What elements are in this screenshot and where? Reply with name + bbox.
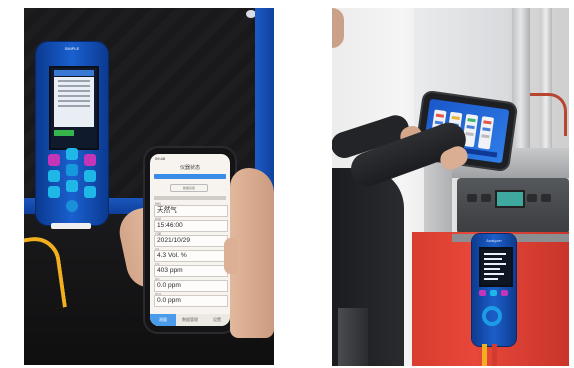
reading-fuel: 天然气 [154,205,228,217]
app-divider [154,196,226,200]
red-probe-cable [492,344,497,366]
photo-technician-at-boiler: Analyzer [332,8,569,366]
tab-measure[interactable]: 测量 [150,314,176,326]
reading-no: 0.0 ppm [154,280,228,292]
boiler-display [495,190,525,208]
analyzer-power-key [66,200,78,212]
analyzer-nav-ring [482,306,502,326]
reading-time: 15:46:00 [154,220,228,232]
reading-o2: 4.3 Vol. % [154,250,228,262]
boiler-side-housing [424,158,452,238]
tab-settings[interactable]: 设置 [204,314,230,326]
yellow-probe-cable [482,344,487,366]
smartphone: 09:48 仪器状态 数据读取 燃料 天然气 时间 15:46:00 日期 20… [145,148,235,332]
boiler-control-panel [457,178,569,234]
phone-app-screen: 09:48 仪器状态 数据读取 燃料 天然气 时间 15:46:00 日期 20… [150,154,230,326]
analyzer-key-right-top [84,154,96,166]
analyzer-screen [49,66,99,150]
analyzer-key-left [48,170,60,182]
technician-head [332,8,344,48]
reading-co: 403 ppm [154,265,228,277]
analyzer-key-down [66,180,78,192]
analyzer-screen [479,247,513,287]
phone-status-bar: 09:48 [150,154,230,163]
probe-connector [51,223,91,229]
analyzer-key-left-top [48,154,60,166]
analyzer-key-right-bottom [84,186,96,198]
photo-analyzer-with-phone: SIMPLE 09:48 仪器状态 数据读取 燃料 天然气 时间 15:46:0… [24,8,274,365]
analyzer-key-right [84,170,96,182]
analyzer-brand-label: SIMPLE [64,46,80,51]
analyzer-key-up [66,148,78,160]
analyzer-brand-label: Analyzer [486,238,502,243]
flue-gas-analyzer-mounted: Analyzer [472,234,516,346]
app-tab-bar: 测量 数据管理 设置 [150,314,230,326]
exhaust-pipe [512,8,530,158]
right-thumb [224,238,238,274]
analyzer-key-ok [66,164,78,176]
app-screen-title: 仪器状态 [179,165,200,171]
read-data-button[interactable]: 数据读取 [170,184,208,192]
red-hose [530,93,567,136]
flue-gas-analyzer: SIMPLE [36,42,108,225]
phone-status-time: 09:48 [155,156,166,161]
reading-no2: 0.0 ppm [154,295,228,307]
analyzer-key-left-bottom [48,186,60,198]
tab-data-management[interactable]: 数据管理 [176,314,204,326]
reading-date: 2021/10/29 [154,235,228,247]
floor-equipment [338,308,368,366]
app-header-bar [154,174,226,179]
